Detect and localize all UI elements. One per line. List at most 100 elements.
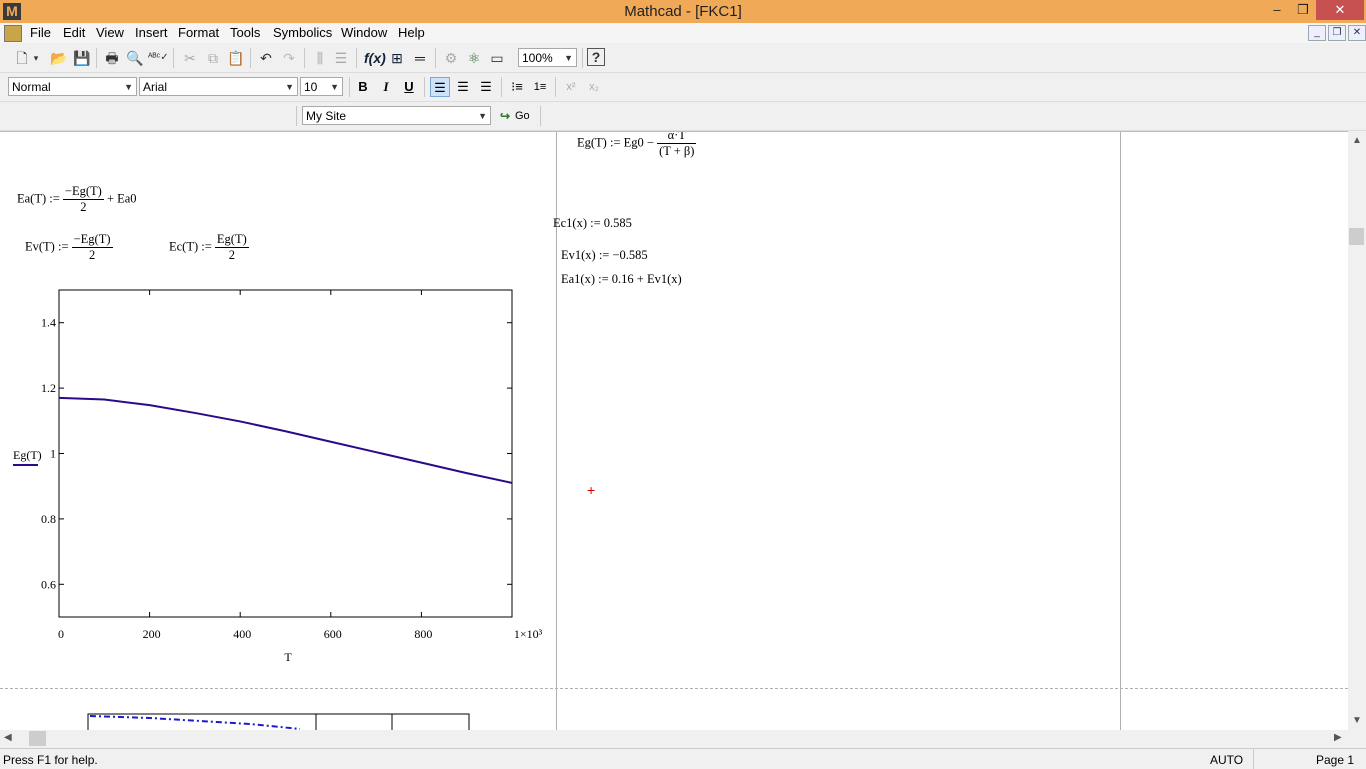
undo-icon[interactable]: ↶ <box>256 48 276 68</box>
scroll-left-icon[interactable]: ◀ <box>4 732 12 743</box>
site-select[interactable]: My Site ▼ <box>302 106 491 125</box>
worksheet[interactable]: Eg(T) := Eg0 − α·T (T + β) Ea(T) := −Eg(… <box>0 131 1348 731</box>
separator <box>424 77 425 97</box>
ea-definition[interactable]: Ea(T) := −Eg(T) 2 + Ea0 <box>17 184 137 215</box>
ea-tail: + Ea0 <box>106 191 137 206</box>
y-tick-label: 1.4 <box>41 316 56 330</box>
menu-symbolics[interactable]: Symbolics <box>273 25 332 40</box>
cut-icon[interactable]: ✂ <box>180 48 200 68</box>
print-preview-icon[interactable]: 🔍 <box>125 48 145 68</box>
menu-bar: File Edit View Insert Format Tools Symbo… <box>0 23 1366 43</box>
bold-button[interactable]: B <box>353 77 373 97</box>
y-tick-label: 0.6 <box>41 577 56 591</box>
menu-format[interactable]: Format <box>178 25 219 40</box>
doc-close-button[interactable]: ✕ <box>1348 25 1366 41</box>
maximize-button[interactable]: ❐ <box>1290 0 1316 20</box>
eg-plot[interactable]: 0 200 400 600 800 1×10³ 0.6 0.8 1 1.2 1.4 T Eg(T) <box>0 282 545 672</box>
scroll-up-icon[interactable]: ▲ <box>1348 135 1366 146</box>
scroll-down-icon[interactable]: ▼ <box>1348 715 1366 726</box>
redo-icon[interactable]: ↷ <box>279 48 299 68</box>
chevron-down-icon: ▼ <box>564 53 573 63</box>
page-right-margin <box>1120 132 1121 731</box>
menu-insert[interactable]: Insert <box>135 25 168 40</box>
window-icon[interactable]: ▭ <box>487 48 507 68</box>
paste-icon[interactable]: 📋 <box>226 48 246 68</box>
align-right-button[interactable]: ☰ <box>476 77 496 97</box>
eg-lhs: Eg(T) := Eg0 − <box>577 135 654 150</box>
eg-definition[interactable]: Eg(T) := Eg0 − α·T (T + β) <box>577 132 697 159</box>
ea-denominator: 2 <box>80 200 87 214</box>
chevron-down-icon: ▼ <box>285 82 294 92</box>
align-center-button[interactable]: ☰ <box>453 77 473 97</box>
doc-restore-button[interactable]: ❐ <box>1328 25 1346 41</box>
go-button[interactable]: Go <box>515 110 530 122</box>
plot-series <box>58 396 513 484</box>
ec-definition[interactable]: Ec(T) := Eg(T) 2 <box>169 232 249 263</box>
scroll-right-icon[interactable]: ▶ <box>1334 732 1342 743</box>
vertical-scrollbar[interactable]: ▲ ▼ <box>1348 131 1366 730</box>
eg-curve <box>58 396 513 484</box>
ev-denominator: 2 <box>88 248 96 262</box>
minimize-button[interactable]: – <box>1264 0 1290 20</box>
insert-unit-icon[interactable]: ⊞ <box>387 48 407 68</box>
horizontal-scrollbar[interactable]: ◀ ▶ <box>0 730 1348 747</box>
font-select[interactable]: Arial ▼ <box>139 77 298 96</box>
second-plot-trace <box>89 715 301 730</box>
close-button[interactable]: ✕ <box>1316 0 1364 20</box>
align-across-icon[interactable]: ⫼ <box>310 48 330 68</box>
new-dropdown-icon[interactable]: ▾ <box>30 48 42 68</box>
vertical-scroll-thumb[interactable] <box>1349 228 1364 245</box>
ea1-definition[interactable]: Ea1(x) := 0.16 + Ev1(x) <box>561 272 682 287</box>
menu-file[interactable]: File <box>30 25 51 40</box>
align-down-icon[interactable]: ☰ <box>331 48 351 68</box>
x-axis-label: T <box>284 650 292 664</box>
new-icon[interactable]: 🗋 <box>12 48 32 68</box>
y-ticks: 0.6 0.8 1 1.2 1.4 <box>41 316 512 591</box>
spellcheck-icon[interactable]: ᴬᴮᶜ✓ <box>148 48 169 68</box>
x-tick-label: 200 <box>143 627 161 641</box>
menu-tools[interactable]: Tools <box>230 25 260 40</box>
formatting-toolbar: Normal ▼ Arial ▼ 10 ▼ B I U ☰ ☰ ☰ ⁝≡ 1≡ x² … <box>0 73 1366 102</box>
resources-icon[interactable]: ⚛ <box>464 48 484 68</box>
underline-button[interactable]: U <box>399 77 419 97</box>
second-plot-frame <box>87 713 470 731</box>
insert-component-icon[interactable]: ⚙ <box>441 48 461 68</box>
menu-window[interactable]: Window <box>341 25 387 40</box>
menu-help[interactable]: Help <box>398 25 425 40</box>
second-plot[interactable] <box>0 712 545 731</box>
font-size-select[interactable]: 10 ▼ <box>300 77 343 96</box>
ec-numerator: Eg(T) <box>214 232 249 248</box>
ev-fraction: −Eg(T) 2 <box>71 232 113 263</box>
superscript-button[interactable]: x² <box>561 77 581 97</box>
document-icon[interactable] <box>4 25 22 42</box>
subscript-button[interactable]: x₂ <box>584 77 604 97</box>
print-icon[interactable]: 🖶 <box>102 48 122 68</box>
ec1-definition[interactable]: Ec1(x) := 0.585 <box>553 216 632 231</box>
y-tick-label: 1.2 <box>41 381 56 395</box>
separator <box>501 77 502 97</box>
help-icon[interactable]: ? <box>587 48 605 66</box>
calculate-icon[interactable]: ═ <box>410 48 430 68</box>
insert-function-icon[interactable]: f(x) <box>364 48 386 68</box>
font-value: Arial <box>143 80 168 94</box>
separator <box>582 48 583 68</box>
status-help-text: Press F1 for help. <box>3 753 98 767</box>
bullet-list-button[interactable]: ⁝≡ <box>507 77 527 97</box>
menu-edit[interactable]: Edit <box>63 25 85 40</box>
italic-button[interactable]: I <box>376 77 396 97</box>
ev1-definition[interactable]: Ev1(x) := −0.585 <box>561 248 648 263</box>
style-select[interactable]: Normal ▼ <box>8 77 137 96</box>
save-icon[interactable]: 💾 <box>72 48 92 68</box>
ev-definition[interactable]: Ev(T) := −Eg(T) 2 <box>25 232 113 263</box>
doc-minimize-button[interactable]: _ <box>1308 25 1326 41</box>
separator <box>540 106 541 126</box>
align-left-button[interactable]: ☰ <box>430 77 450 97</box>
numbered-list-button[interactable]: 1≡ <box>530 77 550 97</box>
copy-icon[interactable]: ⧉ <box>203 48 223 68</box>
open-icon[interactable]: 📂 <box>49 48 69 68</box>
status-calc-mode: AUTO <box>1210 753 1244 767</box>
horizontal-scroll-thumb[interactable] <box>29 731 46 746</box>
menu-view[interactable]: View <box>96 25 124 40</box>
zoom-select[interactable]: 100% ▼ <box>518 48 577 67</box>
page-break <box>0 688 1348 689</box>
